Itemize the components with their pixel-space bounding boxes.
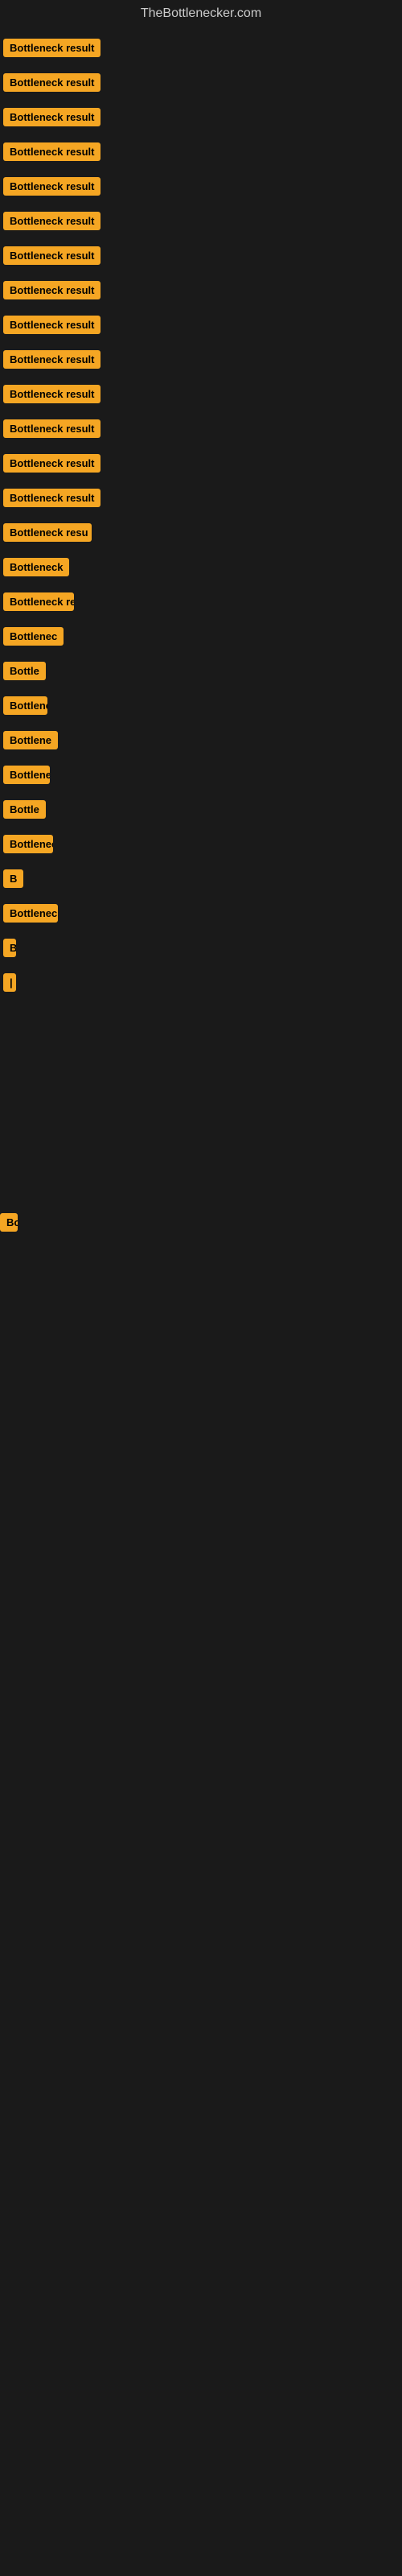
bottleneck-item-13: Bottleneck result	[3, 481, 399, 515]
bottleneck-item-9: Bottleneck result	[3, 342, 399, 377]
bottom-bottleneck-item: Bo	[0, 1205, 402, 1240]
bottleneck-badge-9: Bottleneck result	[3, 350, 100, 369]
bottleneck-item-15: Bottleneck	[3, 550, 399, 584]
site-title: TheBottlenecker.com	[0, 0, 402, 31]
bottleneck-badge-20: Bottlene	[3, 731, 58, 749]
bottleneck-item-20: Bottlene	[3, 723, 399, 758]
bottleneck-item-24: B	[3, 861, 399, 896]
empty-row-3	[0, 1137, 402, 1205]
bottleneck-badge-19: Bottlenec	[3, 696, 47, 715]
bottleneck-item-14: Bottleneck resu	[3, 515, 399, 550]
bottleneck-item-19: Bottlenec	[3, 688, 399, 723]
empty-row-2	[0, 1068, 402, 1137]
bottleneck-item-26: B	[3, 931, 399, 965]
bottleneck-badge-4: Bottleneck result	[3, 177, 100, 196]
bottleneck-item-3: Bottleneck result	[3, 134, 399, 169]
bottleneck-badge-25: Bottlenec	[3, 904, 58, 923]
bottleneck-badge-8: Bottleneck result	[3, 316, 100, 334]
bottleneck-item-27: |	[3, 965, 399, 1000]
bottleneck-badge-12: Bottleneck result	[3, 454, 100, 473]
bottleneck-item-8: Bottleneck result	[3, 308, 399, 342]
bottleneck-badge-3: Bottleneck result	[3, 142, 100, 161]
bottleneck-badge-23: Bottlenec	[3, 835, 53, 853]
bottleneck-item-21: Bottleneck r	[3, 758, 399, 792]
bottleneck-badge-1: Bottleneck result	[3, 73, 100, 92]
bottleneck-badge-7: Bottleneck result	[3, 281, 100, 299]
bottleneck-badge-10: Bottleneck result	[3, 385, 100, 403]
items-container: Bottleneck result Bottleneck result Bottle…	[0, 31, 402, 1000]
bottleneck-item-0: Bottleneck result	[3, 31, 399, 65]
bottleneck-item-2: Bottleneck result	[3, 100, 399, 134]
bottleneck-badge-27: |	[3, 973, 16, 992]
bottleneck-badge-14: Bottleneck resu	[3, 523, 92, 542]
bottleneck-item-1: Bottleneck result	[3, 65, 399, 100]
bottleneck-item-4: Bottleneck result	[3, 169, 399, 204]
bottleneck-item-16: Bottleneck res	[3, 584, 399, 619]
bottleneck-item-12: Bottleneck result	[3, 446, 399, 481]
bottleneck-item-25: Bottlenec	[3, 896, 399, 931]
bottleneck-badge-24: B	[3, 869, 23, 888]
bottleneck-badge-11: Bottleneck result	[3, 419, 100, 438]
bottleneck-item-11: Bottleneck result	[3, 411, 399, 446]
bottleneck-item-10: Bottleneck result	[3, 377, 399, 411]
bottleneck-item-22: Bottle	[3, 792, 399, 827]
bottleneck-item-7: Bottleneck result	[3, 273, 399, 308]
bottleneck-badge-16: Bottleneck res	[3, 592, 74, 611]
bottleneck-item-18: Bottle	[3, 654, 399, 688]
bottleneck-badge-6: Bottleneck result	[3, 246, 100, 265]
empty-row-1	[0, 1000, 402, 1068]
bottom-bottleneck-badge: Bo	[0, 1213, 18, 1232]
bottleneck-badge-22: Bottle	[3, 800, 46, 819]
bottleneck-item-17: Bottlenec	[3, 619, 399, 654]
bottleneck-badge-0: Bottleneck result	[3, 39, 100, 57]
bottleneck-badge-2: Bottleneck result	[3, 108, 100, 126]
bottleneck-badge-26: B	[3, 939, 16, 957]
bottleneck-badge-21: Bottleneck r	[3, 766, 50, 784]
bottleneck-badge-13: Bottleneck result	[3, 489, 100, 507]
bottleneck-item-5: Bottleneck result	[3, 204, 399, 238]
bottleneck-badge-17: Bottlenec	[3, 627, 64, 646]
bottom-spacer	[0, 1240, 402, 1723]
bottleneck-badge-5: Bottleneck result	[3, 212, 100, 230]
site-title-wrapper: TheBottlenecker.com	[0, 0, 402, 31]
bottleneck-item-6: Bottleneck result	[3, 238, 399, 273]
bottleneck-badge-18: Bottle	[3, 662, 46, 680]
bottleneck-item-23: Bottlenec	[3, 827, 399, 861]
bottleneck-badge-15: Bottleneck	[3, 558, 69, 576]
